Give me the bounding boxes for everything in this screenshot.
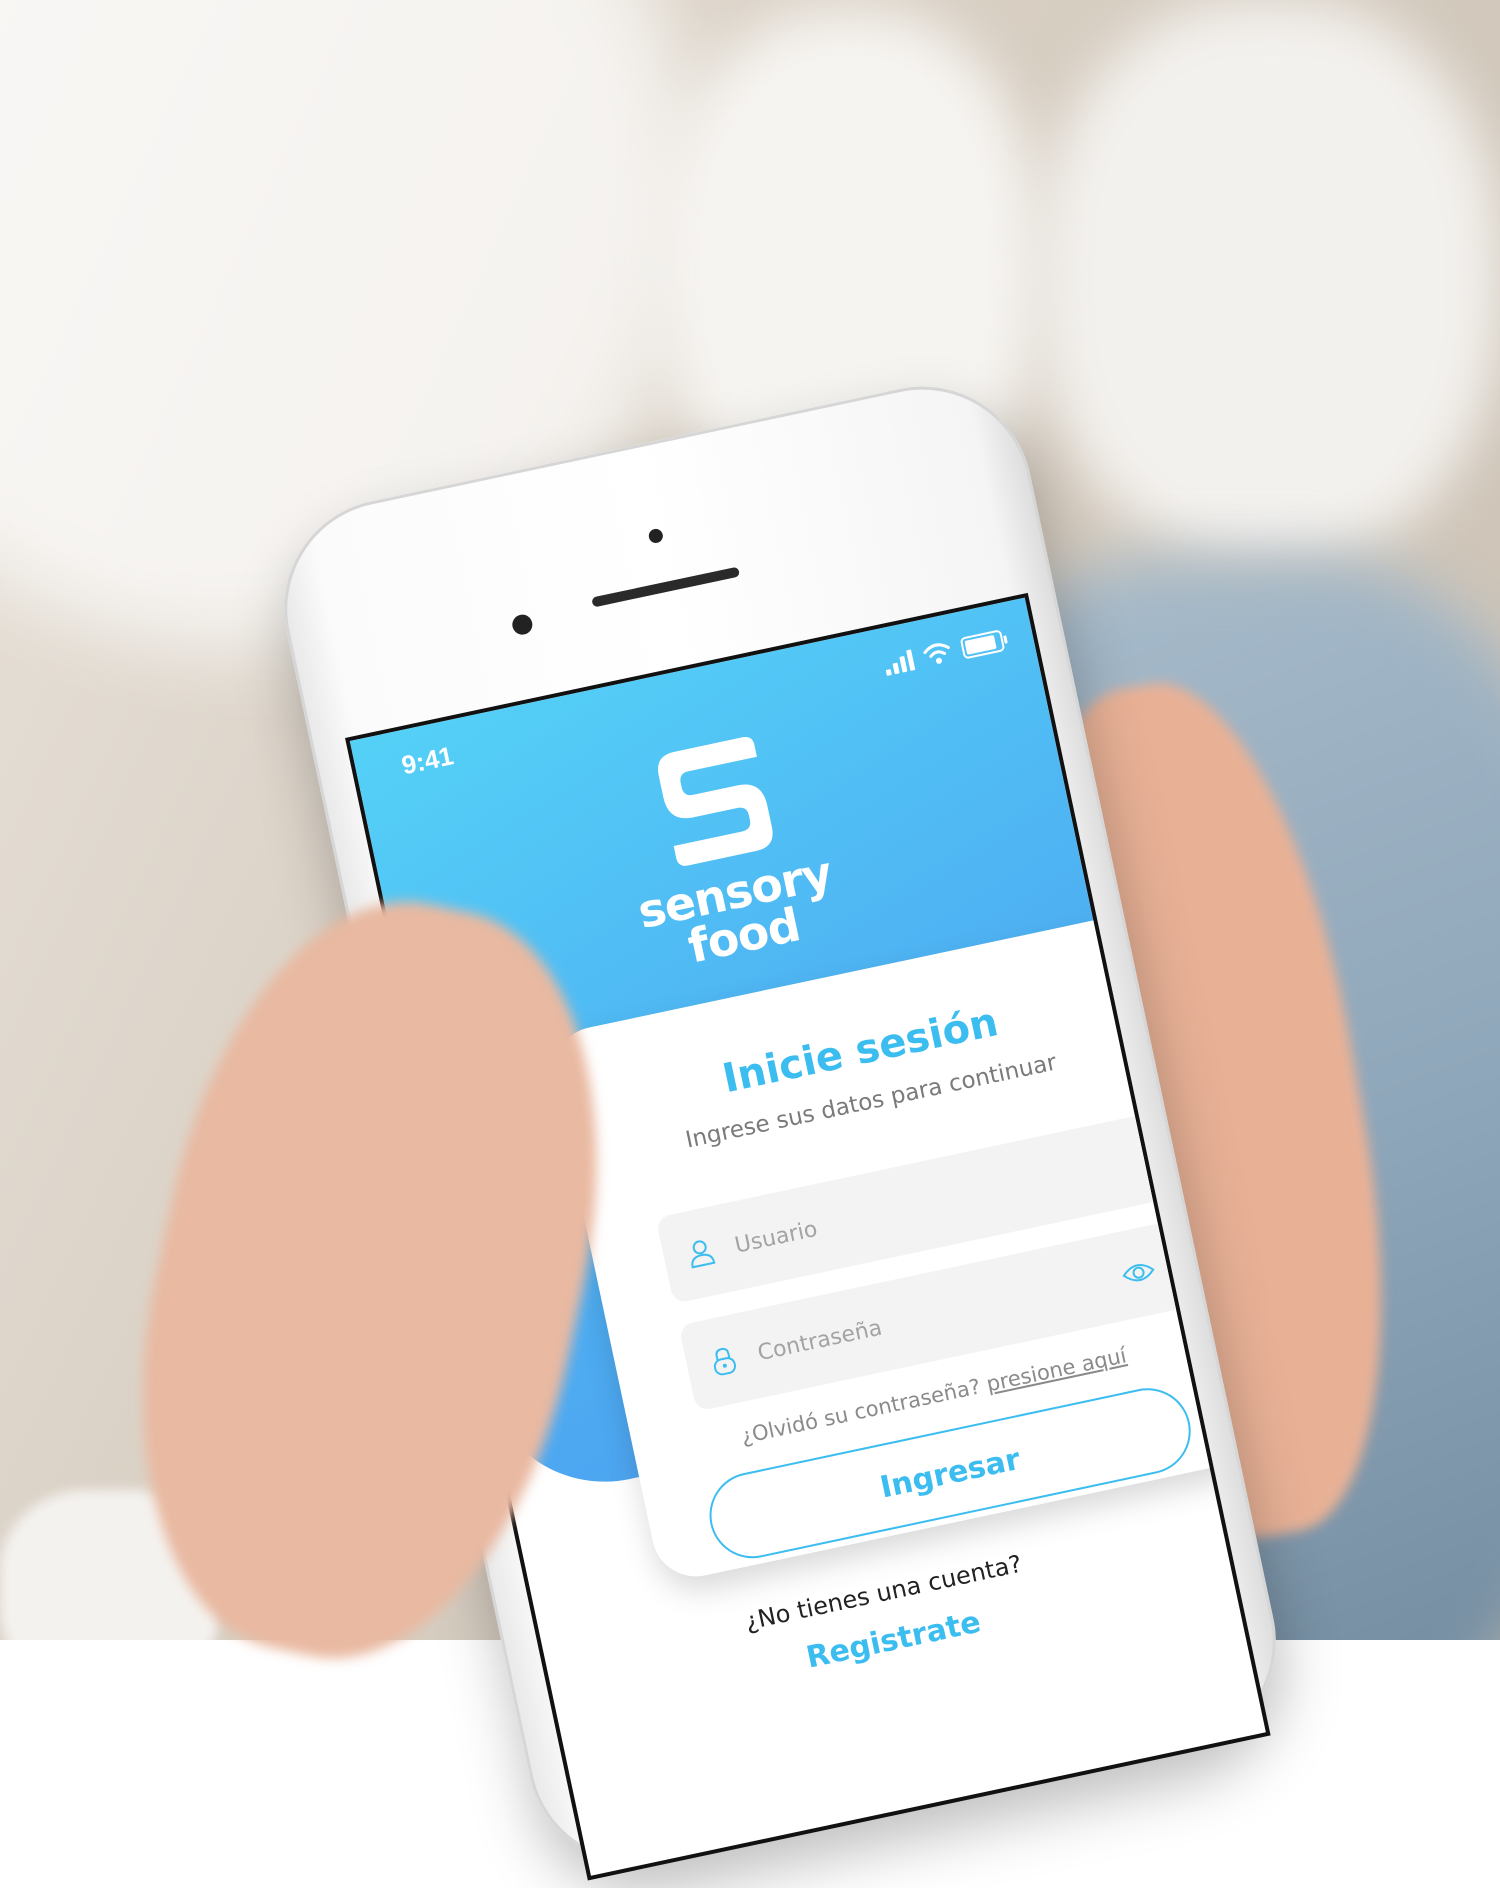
brand-logo-mark [658,736,773,866]
proximity-sensor [647,527,665,545]
user-icon [691,1240,716,1269]
earpiece-speaker [591,566,741,608]
lock-icon [713,1347,736,1376]
background-shoe-right [1040,0,1500,560]
eye-icon[interactable] [1119,1256,1158,1289]
password-input[interactable] [753,1263,1125,1368]
brand-logo: sensory food [589,714,861,981]
forgot-password-link[interactable]: presione aquí [984,1343,1128,1396]
front-camera [510,612,535,637]
